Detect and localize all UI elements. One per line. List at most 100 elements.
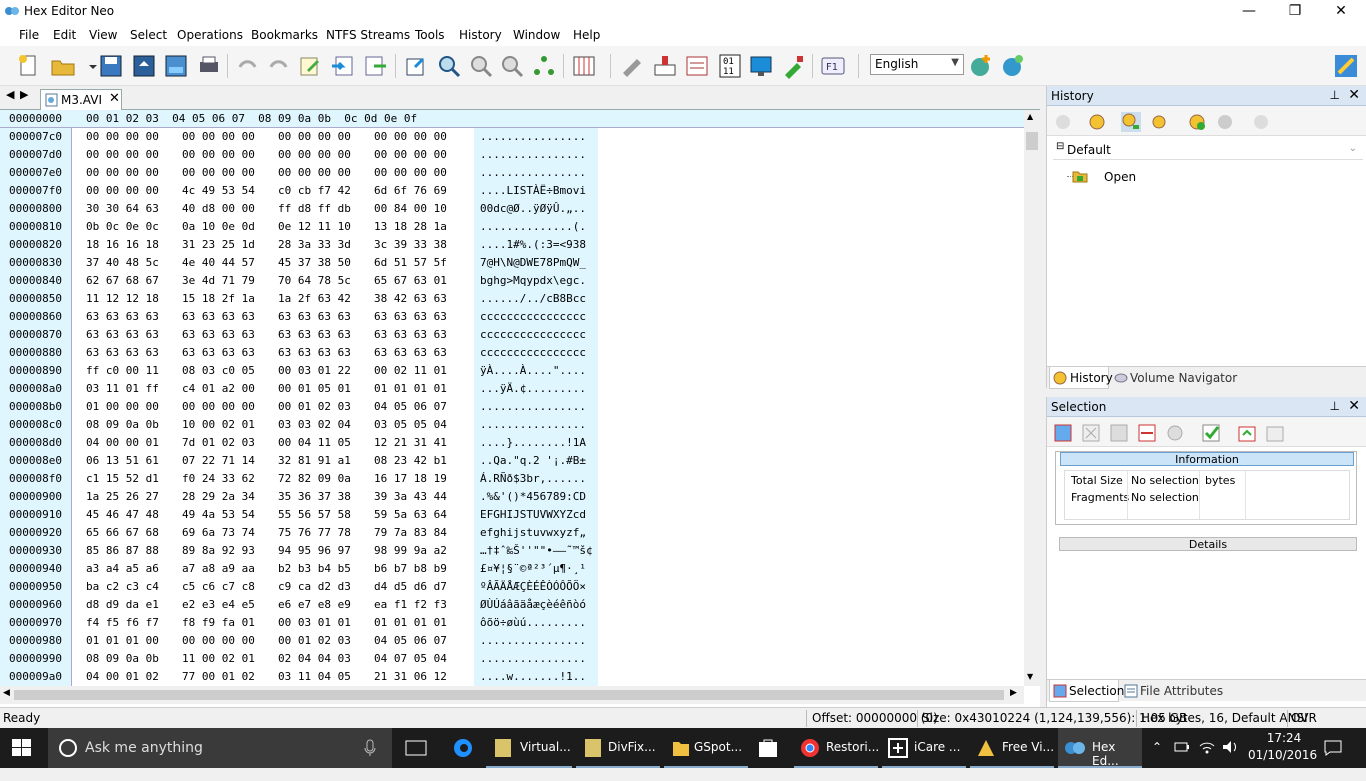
hex-byte-group[interactable]: 70 64 78 5c <box>278 274 351 287</box>
hex-byte-group[interactable]: 00 00 00 00 <box>86 166 159 179</box>
hex-byte-group[interactable]: 00 03 01 22 <box>278 364 351 377</box>
taskbar-app-divfix[interactable]: DivFix... <box>576 728 660 768</box>
row-ascii[interactable]: ....../../cB8Bcc <box>480 292 586 305</box>
row-ascii[interactable]: ôõö÷øùú......... <box>480 616 586 629</box>
row-ascii[interactable]: ..Qa."q.2 '¡.#B± <box>480 454 586 467</box>
tab-nav-right-button[interactable]: ▶ <box>20 88 28 101</box>
export-icon[interactable] <box>362 53 388 79</box>
hex-byte-group[interactable]: 1a 2f 63 42 <box>278 292 351 305</box>
redo-icon[interactable] <box>266 53 292 79</box>
hex-byte-group[interactable]: 77 00 01 02 <box>182 670 255 683</box>
hex-byte-group[interactable]: 11 00 02 01 <box>182 652 255 665</box>
collapse-icon[interactable]: ⊟ <box>1056 141 1064 152</box>
hex-byte-group[interactable]: 04 05 06 07 <box>374 400 447 413</box>
hex-byte-group[interactable]: 0b 0c 0e 0c <box>86 220 159 233</box>
row-ascii[interactable]: ..............(. <box>480 220 586 233</box>
hex-byte-group[interactable]: 63 63 63 63 <box>278 310 351 323</box>
hex-byte-group[interactable]: 63 63 63 63 <box>182 328 255 341</box>
hex-byte-group[interactable]: e2 e3 e4 e5 <box>182 598 255 611</box>
deselect-icon[interactable] <box>1081 423 1101 443</box>
open-dropdown-icon[interactable] <box>80 53 97 79</box>
row-ascii[interactable]: cccccccccccccccc <box>480 310 586 323</box>
taskbar-app-virtual[interactable]: Virtual... <box>486 728 572 768</box>
minimize-button[interactable]: — <box>1226 0 1272 24</box>
hex-byte-group[interactable]: c4 01 a2 00 <box>182 382 255 395</box>
hex-byte-group[interactable]: 1a 25 26 27 <box>86 490 159 503</box>
hex-byte-group[interactable]: c0 cb f7 42 <box>278 184 351 197</box>
hex-byte-group[interactable]: ff d8 ff db <box>278 202 351 215</box>
tab-volume-navigator[interactable]: Volume Navigator <box>1111 367 1271 389</box>
row-ascii[interactable]: 7@H\N@DWE78PmQW_ <box>480 256 586 269</box>
selection-close-button[interactable]: ✕ <box>1348 398 1360 414</box>
notification-icon[interactable] <box>1324 740 1342 780</box>
hex-byte-group[interactable]: 00 00 00 00 <box>374 166 447 179</box>
hex-rows[interactable]: 000007c0 00 00 00 00 00 00 00 00 00 00 00 0… <box>0 128 1024 686</box>
horizontal-scrollbar[interactable]: ◀ ▶ <box>0 686 1024 704</box>
hex-byte-group[interactable]: b2 b3 b4 b5 <box>278 562 351 575</box>
vertical-scrollbar[interactable]: ▲ ▼ <box>1024 110 1040 686</box>
tab-close-icon[interactable]: ✕ <box>109 91 120 106</box>
hex-byte-group[interactable]: 00 00 00 00 <box>278 166 351 179</box>
hex-byte-group[interactable]: 37 40 48 5c <box>86 256 159 269</box>
maximize-button[interactable]: ❐ <box>1272 0 1318 24</box>
taskbar-app-icare[interactable]: iCare ... <box>882 728 966 768</box>
hex-byte-group[interactable]: d8 d9 da e1 <box>86 598 159 611</box>
hex-byte-group[interactable]: 02 04 04 03 <box>278 652 351 665</box>
history-group-header[interactable]: ⊟ Default ⌄ <box>1053 140 1363 160</box>
menu-window[interactable]: Window <box>513 28 560 42</box>
row-ascii[interactable]: ...ÿÄ.¢......... <box>480 382 586 395</box>
hex-byte-group[interactable]: 32 81 91 a1 <box>278 454 351 467</box>
select-block-icon[interactable] <box>1109 423 1129 443</box>
globe-add-icon[interactable] <box>968 53 994 79</box>
microphone-icon[interactable] <box>364 739 376 760</box>
row-ascii[interactable]: ....LISTÀË÷Bmovi <box>480 184 586 197</box>
binary-icon[interactable]: 01 11 <box>717 53 743 79</box>
hex-byte-group[interactable]: f8 f9 fa 01 <box>182 616 255 629</box>
hex-byte-group[interactable]: 11 12 12 18 <box>86 292 159 305</box>
hex-byte-group[interactable]: f0 24 33 62 <box>182 472 255 485</box>
row-ascii[interactable]: cccccccccccccccc <box>480 346 586 359</box>
hex-byte-group[interactable]: 03 05 05 04 <box>374 418 447 431</box>
hex-byte-group[interactable]: c9 ca d2 d3 <box>278 580 351 593</box>
menu-ntfs-streams[interactable]: NTFS Streams <box>326 28 410 42</box>
row-ascii[interactable]: EFGHIJSTUVWXYZcd <box>480 508 586 521</box>
hex-byte-group[interactable]: 6d 51 57 5f <box>374 256 447 269</box>
history-branch-icon[interactable] <box>1151 112 1171 132</box>
hex-byte-group[interactable]: 63 63 63 63 <box>182 310 255 323</box>
hex-byte-group[interactable]: 30 30 64 63 <box>86 202 159 215</box>
hex-byte-group[interactable]: 00 01 02 03 <box>278 634 351 647</box>
hex-byte-group[interactable]: 00 01 05 01 <box>278 382 351 395</box>
save-as-icon[interactable] <box>163 53 189 79</box>
row-ascii[interactable]: …†‡ˆ‰Š''""•–—˜™š¢ <box>480 544 593 557</box>
hex-byte-group[interactable]: 63 63 63 63 <box>278 346 351 359</box>
hex-byte-group[interactable]: 65 66 67 68 <box>86 526 159 539</box>
row-ascii[interactable]: ºÂÃÄÅÆÇÈÉÊÒÓÔÕÖ× <box>480 580 586 593</box>
print-icon[interactable] <box>196 53 222 79</box>
save-all-icon[interactable] <box>131 53 157 79</box>
row-ascii[interactable]: ................ <box>480 148 586 161</box>
hex-byte-group[interactable]: 4e 40 44 57 <box>182 256 255 269</box>
taskbar-app-free-video[interactable]: Free Vi... <box>970 728 1054 768</box>
taskbar-app-hex-editor[interactable]: Hex Ed... <box>1058 728 1142 768</box>
save-icon[interactable] <box>98 53 124 79</box>
row-ascii[interactable]: bghg>Mqypdx\egc. <box>480 274 586 287</box>
open-file-icon[interactable] <box>50 53 76 79</box>
colors-icon[interactable] <box>1333 53 1359 79</box>
hex-byte-group[interactable]: 62 67 68 67 <box>86 274 159 287</box>
hex-byte-group[interactable]: 00 04 11 05 <box>278 436 351 449</box>
scroll-up-icon[interactable]: ▲ <box>1027 112 1033 121</box>
columns-icon[interactable] <box>571 53 597 79</box>
select-pattern-icon[interactable] <box>1165 423 1185 443</box>
hex-byte-group[interactable]: 6d 6f 76 69 <box>374 184 447 197</box>
hex-byte-group[interactable]: 00 00 00 00 <box>182 634 255 647</box>
menu-bookmarks[interactable]: Bookmarks <box>251 28 318 42</box>
hex-byte-group[interactable]: 65 67 63 01 <box>374 274 447 287</box>
hex-byte-group[interactable]: 0e 12 11 10 <box>278 220 351 233</box>
row-ascii[interactable]: ................ <box>480 400 586 413</box>
row-ascii[interactable]: ÿÀ....À....".... <box>480 364 586 377</box>
row-ascii[interactable]: £¤¥¦§¨©ª²³´µ¶·¸¹ <box>480 562 586 575</box>
scroll-left-icon[interactable]: ◀ <box>3 688 10 698</box>
history-close-button[interactable]: ✕ <box>1348 87 1360 103</box>
hex-byte-group[interactable]: 31 23 25 1d <box>182 238 255 251</box>
hex-byte-group[interactable]: 4c 49 53 54 <box>182 184 255 197</box>
